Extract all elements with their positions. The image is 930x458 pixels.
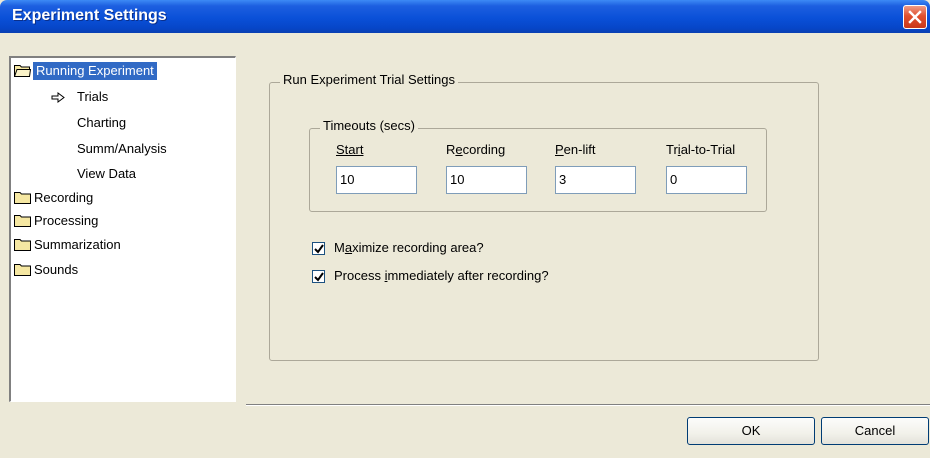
tree-item-summ-analysis[interactable]: Summ/Analysis <box>13 139 213 159</box>
trial-to-trial-label: Trial-to-Trial <box>666 142 736 157</box>
trial-to-trial-timeout-input[interactable]: 0 <box>666 166 747 194</box>
trial-settings-group-title: Run Experiment Trial Settings <box>280 72 458 87</box>
title-bar[interactable]: Experiment Settings <box>0 0 930 33</box>
recording-timeout-input[interactable]: 10 <box>446 166 527 194</box>
tree-item-processing[interactable]: Processing <box>13 211 213 231</box>
folder-icon <box>14 239 31 251</box>
timeouts-group-title: Timeouts (secs) <box>320 118 418 133</box>
maximize-recording-checkbox[interactable] <box>312 242 325 255</box>
tree-item-sounds[interactable]: Sounds <box>13 260 213 280</box>
right-strip <box>906 33 930 458</box>
cancel-button[interactable]: Cancel <box>821 417 929 445</box>
tree-item-recording[interactable]: Recording <box>13 188 213 208</box>
tree-item-label: Sounds <box>34 262 79 277</box>
folder-icon <box>14 215 31 227</box>
tree-item-label: Recording <box>34 190 94 205</box>
settings-tree[interactable]: Running Experiment Trials Charting Summ/… <box>9 56 236 402</box>
folder-open-icon <box>14 65 31 77</box>
splitter[interactable] <box>236 56 246 405</box>
tree-item-label: Summarization <box>34 237 121 252</box>
tree-item-label: View Data <box>77 166 137 181</box>
process-immediately-checkbox[interactable] <box>312 270 325 283</box>
experiment-settings-dialog: Experiment Settings Running Experiment T… <box>0 0 930 458</box>
recording-label: Recording <box>446 142 506 157</box>
checkmark-icon <box>314 272 324 282</box>
tree-item-running-experiment[interactable]: Running Experiment <box>13 61 233 81</box>
pen-lift-timeout-input[interactable]: 3 <box>555 166 636 194</box>
tree-item-label: Running Experiment <box>33 62 157 80</box>
tree-item-label: Summ/Analysis <box>77 141 167 156</box>
tree-item-trials[interactable]: Trials <box>13 87 213 107</box>
process-immediately-label[interactable]: Process immediately after recording? <box>334 268 549 283</box>
checkmark-icon <box>314 244 324 254</box>
tree-item-label: Trials <box>77 89 109 104</box>
folder-icon <box>14 264 31 276</box>
maximize-recording-label[interactable]: Maximize recording area? <box>334 240 484 255</box>
ok-button[interactable]: OK <box>687 417 815 445</box>
tree-item-label: Charting <box>77 115 127 130</box>
folder-icon <box>14 192 31 204</box>
window-title: Experiment Settings <box>12 7 167 24</box>
start-timeout-input[interactable]: 10 <box>336 166 417 194</box>
pen-lift-label: Pen-lift <box>555 142 596 157</box>
button-bar-divider <box>246 404 930 406</box>
start-label: Start <box>336 142 364 157</box>
tree-item-view-data[interactable]: View Data <box>13 164 213 184</box>
close-x-icon <box>908 10 922 24</box>
tree-item-label: Processing <box>34 213 99 228</box>
tree-item-summarization[interactable]: Summarization <box>13 235 213 255</box>
close-button[interactable] <box>903 5 927 29</box>
arrow-right-icon <box>51 92 65 103</box>
tree-item-charting[interactable]: Charting <box>13 113 213 133</box>
